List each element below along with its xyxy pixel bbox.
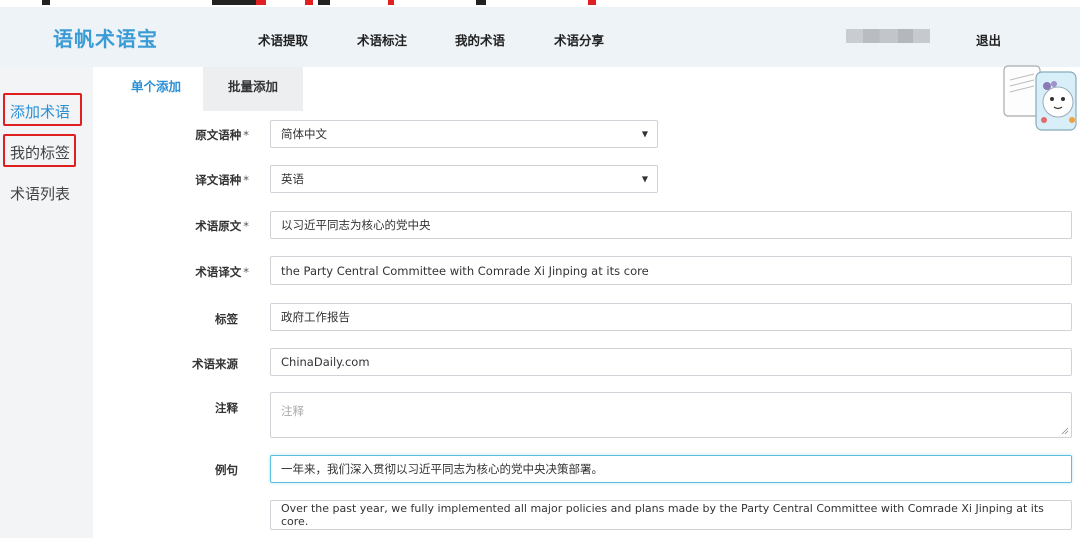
note-textarea[interactable]: 注释: [270, 392, 1072, 438]
resize-grip-icon[interactable]: [1061, 427, 1069, 435]
sidebar: 添加术语 我的标签 术语列表: [0, 67, 93, 538]
chevron-down-icon: ▼: [641, 129, 648, 139]
example-cn-input[interactable]: 一年来，我们深入贯彻以习近平同志为核心的党中央决策部署。: [270, 455, 1072, 483]
label-source-lang: 原文语种 *: [195, 128, 249, 142]
label-term-target: 术语译文 *: [195, 265, 249, 279]
example-en-input[interactable]: Over the past year, we fully implemented…: [270, 500, 1072, 530]
top-header: 语帆术语宝 术语提取 术语标注 我的术语 术语分享 退出: [0, 7, 1080, 67]
label-origin: 术语来源: [192, 357, 238, 371]
label-tag: 标签: [215, 312, 238, 326]
target-lang-select[interactable]: 英语 ▼: [270, 165, 658, 193]
top-strip: [0, 0, 1080, 7]
sidebar-item-add-term[interactable]: 添加术语: [10, 101, 70, 122]
tab-single-add[interactable]: 单个添加: [118, 67, 194, 111]
username-redacted: [846, 29, 930, 43]
tag-input[interactable]: 政府工作报告: [270, 303, 1072, 331]
chevron-down-icon: ▼: [641, 174, 648, 184]
label-target-lang: 译文语种 *: [195, 173, 249, 187]
term-source-input[interactable]: 以习近平同志为核心的党中央: [270, 211, 1072, 239]
term-target-input[interactable]: the Party Central Committee with Comrade…: [270, 256, 1072, 285]
nav-term-annotate[interactable]: 术语标注: [357, 30, 407, 49]
sidebar-item-my-tags[interactable]: 我的标签: [10, 142, 70, 163]
label-example: 例句: [215, 463, 238, 477]
sidebar-item-term-list[interactable]: 术语列表: [10, 183, 70, 204]
label-term-source: 术语原文 *: [195, 219, 249, 233]
nav-my-terms[interactable]: 我的术语: [455, 30, 505, 49]
tab-batch-add[interactable]: 批量添加: [203, 67, 303, 111]
app-logo[interactable]: 语帆术语宝: [53, 23, 158, 52]
nav-term-extract[interactable]: 术语提取: [258, 30, 308, 49]
logout-link[interactable]: 退出: [976, 30, 1001, 49]
source-lang-select[interactable]: 简体中文 ▼: [270, 120, 658, 148]
nav-term-share[interactable]: 术语分享: [554, 30, 604, 49]
mascot-illustration-icon: [1003, 65, 1077, 131]
origin-input[interactable]: ChinaDaily.com: [270, 348, 1072, 376]
label-note: 注释: [215, 401, 238, 415]
